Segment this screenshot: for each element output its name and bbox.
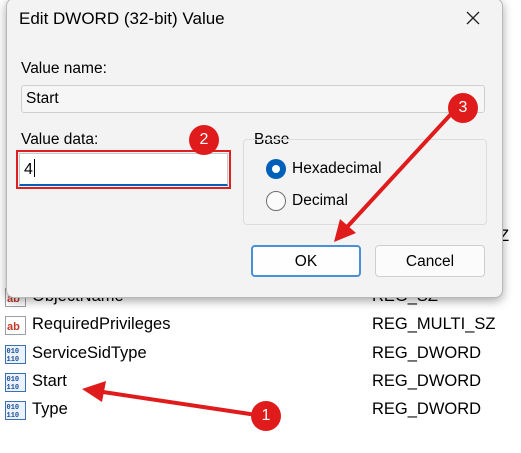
value-name-label: Value name: <box>21 60 107 77</box>
text-caret <box>33 159 35 177</box>
edit-dword-dialog: Edit DWORD (32-bit) Value Value name: St… <box>6 0 503 298</box>
value-data-text: 4 <box>24 161 33 178</box>
svg-text:010: 010 <box>7 376 20 384</box>
value-data-input[interactable]: 4 <box>19 153 228 186</box>
value-type: REG_MULTI_SZ <box>372 315 496 333</box>
step-badge-2: 2 <box>189 125 219 155</box>
binary-value-icon: 010 110 <box>5 345 26 364</box>
list-item[interactable]: 010 110 Start REG_DWORD <box>0 368 521 397</box>
step-badge-3: 3 <box>448 93 478 123</box>
base-group: Hexadecimal Decimal <box>243 139 487 225</box>
binary-value-icon: 010 110 <box>5 373 26 392</box>
radio-selected-icon <box>266 159 286 179</box>
svg-text:010: 010 <box>7 404 20 412</box>
radio-decimal-label: Decimal <box>292 192 348 209</box>
radio-hexadecimal-label: Hexadecimal <box>292 160 382 177</box>
value-type: REG_DWORD <box>372 400 482 418</box>
value-type: REG_DWORD <box>372 372 482 390</box>
list-item[interactable]: ab RequiredPrivileges REG_MULTI_SZ <box>0 311 521 340</box>
step-badge-1: 1 <box>251 401 281 431</box>
svg-text:110: 110 <box>7 384 20 392</box>
svg-text:010: 010 <box>7 348 20 356</box>
binary-value-icon: 010 110 <box>5 401 26 420</box>
value-name-field[interactable]: Start <box>21 85 485 113</box>
value-data-label: Value data: <box>21 131 99 148</box>
cancel-button[interactable]: Cancel <box>375 245 485 277</box>
value-type: REG_DWORD <box>372 344 482 362</box>
value-name: ServiceSidType <box>32 344 147 362</box>
value-name: Start <box>32 372 67 390</box>
svg-text:110: 110 <box>7 412 20 420</box>
svg-text:110: 110 <box>7 356 20 364</box>
value-name: RequiredPrivileges <box>32 315 171 333</box>
close-icon[interactable] <box>455 3 491 33</box>
value-name: Type <box>32 400 68 418</box>
list-item[interactable]: 010 110 ServiceSidType REG_DWORD <box>0 340 521 369</box>
radio-unselected-icon <box>266 191 286 211</box>
string-value-icon: ab <box>5 316 26 335</box>
dialog-title: Edit DWORD (32-bit) Value <box>19 9 225 28</box>
svg-text:ab: ab <box>7 321 20 333</box>
ok-button[interactable]: OK <box>251 245 361 277</box>
